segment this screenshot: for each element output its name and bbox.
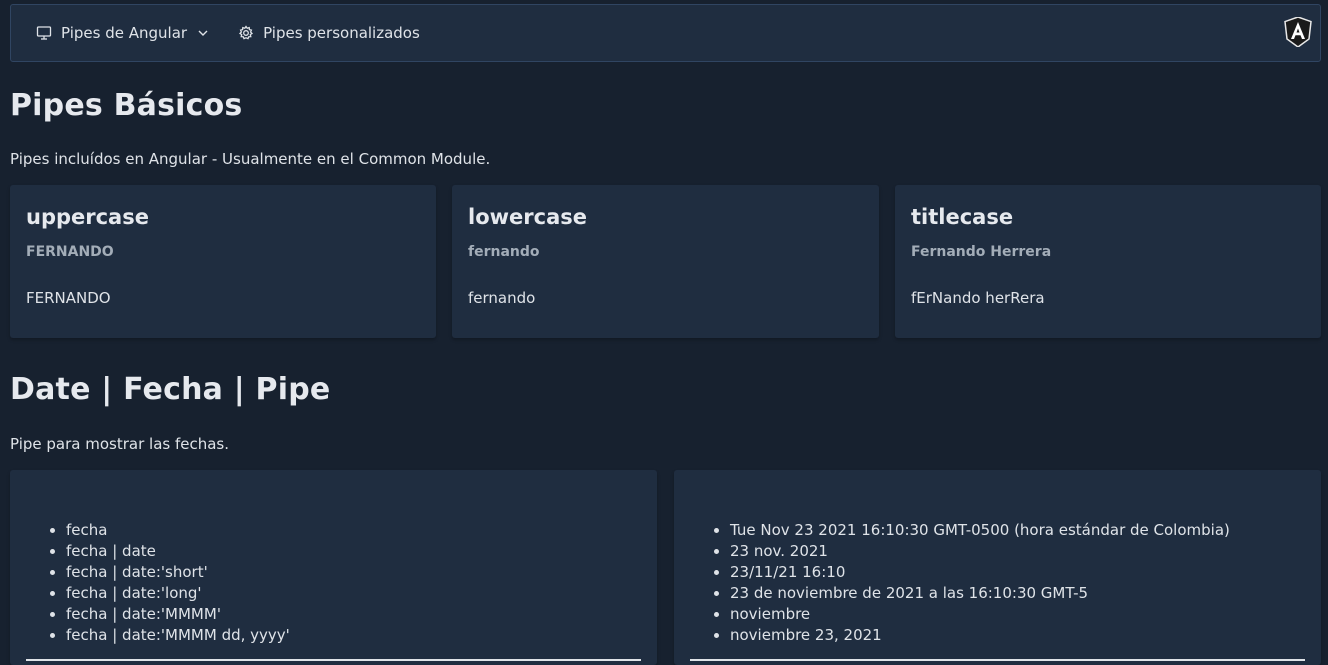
- chevron-down-icon: [197, 27, 209, 39]
- date-result-list: Tue Nov 23 2021 16:10:30 GMT-0500 (hora …: [730, 520, 1230, 646]
- list-item: fecha | date:'MMMM dd, yyyy': [66, 625, 290, 646]
- divider: [26, 659, 641, 661]
- card-uppercase: uppercase FERNANDO FERNANDO: [10, 185, 436, 338]
- desktop-icon: [35, 24, 53, 42]
- list-item: fecha | date:'short': [66, 562, 290, 583]
- menu-item-label: Pipes personalizados: [263, 24, 420, 42]
- list-item: 23 nov. 2021: [730, 541, 1230, 562]
- list-item: fecha | date:'long': [66, 583, 290, 604]
- card-content: fernando: [468, 289, 536, 307]
- card-subtitle: fernando: [468, 244, 540, 260]
- angular-logo[interactable]: [1284, 16, 1312, 48]
- gear-icon: [237, 24, 255, 42]
- menubar: Pipes de Angular Pipes personalizados: [10, 4, 1321, 62]
- card-subtitle: FERNANDO: [26, 244, 114, 260]
- list-item: Tue Nov 23 2021 16:10:30 GMT-0500 (hora …: [730, 520, 1230, 541]
- section-title-date: Date | Fecha | Pipe: [10, 372, 331, 407]
- menu-item-pipes-de-angular[interactable]: Pipes de Angular: [35, 24, 209, 42]
- card-titlecase: titlecase Fernando Herrera fErNando herR…: [895, 185, 1321, 338]
- section-subtitle: Pipe para mostrar las fechas.: [10, 435, 230, 453]
- date-card-results: Tue Nov 23 2021 16:10:30 GMT-0500 (hora …: [674, 470, 1321, 665]
- menu-item-pipes-personalizados[interactable]: Pipes personalizados: [237, 24, 420, 42]
- card-content: FERNANDO: [26, 289, 111, 307]
- section-subtitle: Pipes incluídos en Angular - Usualmente …: [10, 150, 491, 168]
- menu-item-label: Pipes de Angular: [61, 24, 188, 42]
- divider: [690, 659, 1305, 661]
- page-title-pipes-basicos: Pipes Básicos: [10, 88, 243, 123]
- list-item: fecha | date:'MMMM': [66, 604, 290, 625]
- list-item: noviembre: [730, 604, 1230, 625]
- card-title: uppercase: [26, 205, 149, 229]
- date-pipe-list: fecha fecha | date fecha | date:'short' …: [66, 520, 290, 646]
- date-card-pipes: fecha fecha | date fecha | date:'short' …: [10, 470, 657, 665]
- card-title: titlecase: [911, 205, 1014, 229]
- card-content: fErNando herRera: [911, 289, 1045, 307]
- card-title: lowercase: [468, 205, 587, 229]
- card-subtitle: Fernando Herrera: [911, 244, 1052, 260]
- list-item: fecha | date: [66, 541, 290, 562]
- list-item: 23/11/21 16:10: [730, 562, 1230, 583]
- card-lowercase: lowercase fernando fernando: [452, 185, 879, 338]
- list-item: fecha: [66, 520, 290, 541]
- list-item: noviembre 23, 2021: [730, 625, 1230, 646]
- list-item: 23 de noviembre de 2021 a las 16:10:30 G…: [730, 583, 1230, 604]
